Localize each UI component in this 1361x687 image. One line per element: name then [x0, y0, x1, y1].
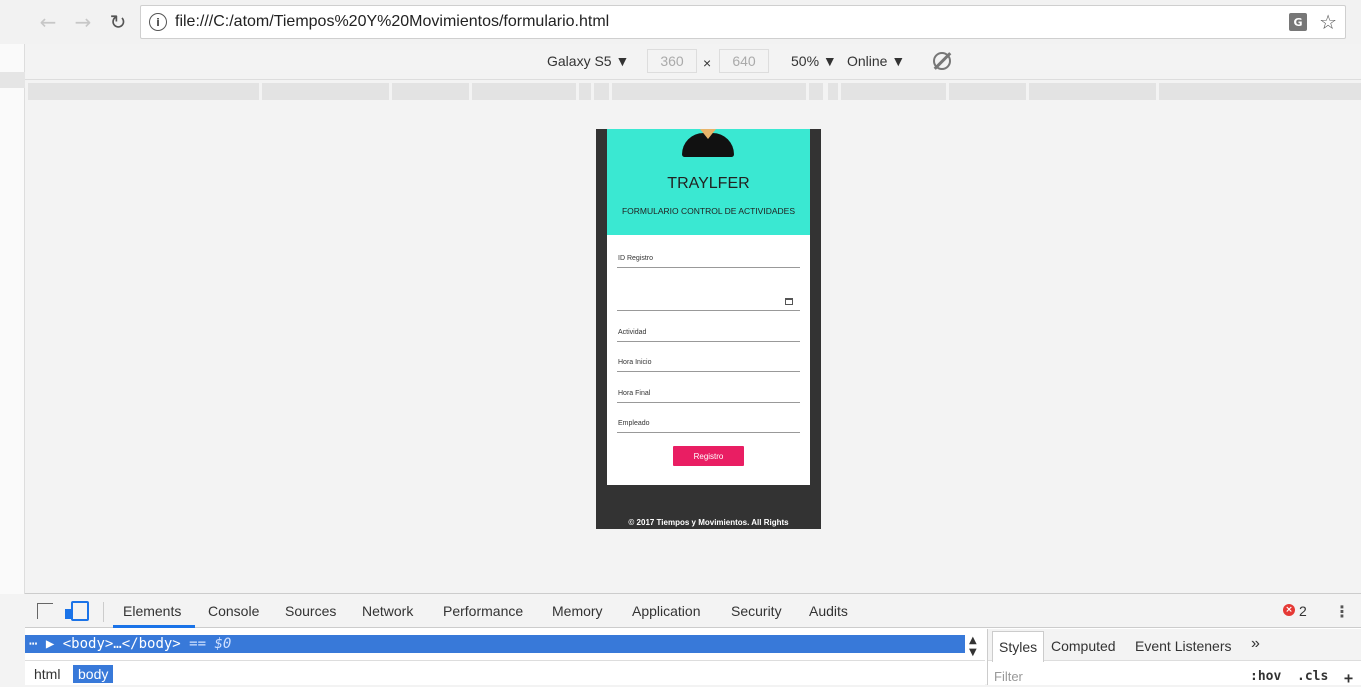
field-label: Hora Inicio — [618, 359, 652, 366]
body-node[interactable]: ▶ <body>…</body> — [46, 636, 181, 652]
media-query-segment[interactable] — [262, 83, 389, 100]
info-icon[interactable]: i — [149, 13, 167, 31]
media-query-segment[interactable] — [809, 83, 823, 100]
active-tab-indicator — [113, 625, 195, 628]
field-label: ID Registro — [618, 255, 654, 262]
date-field[interactable] — [617, 295, 800, 311]
crumb-body[interactable]: body — [73, 665, 114, 683]
page-header: TRAYLFER FORMULARIO CONTROL DE ACTIVIDAD… — [607, 129, 810, 235]
dimension-separator: × — [703, 55, 712, 71]
tab-security[interactable]: Security — [731, 603, 782, 619]
crumb-html[interactable]: html — [29, 665, 65, 683]
field-label: Actividad — [618, 329, 647, 336]
left-panel-bar — [0, 72, 25, 88]
devtools-panel: Elements Console Sources Network Perform… — [25, 593, 1361, 687]
forward-arrow-icon[interactable]: → — [71, 10, 95, 34]
tab-elements[interactable]: Elements — [123, 603, 181, 619]
network-select[interactable]: Online ▼ — [847, 53, 905, 69]
hora-inicio-field[interactable]: Hora Inicio — [617, 356, 800, 372]
reload-icon[interactable]: ↻ — [106, 10, 130, 34]
breadcrumb: html body — [25, 660, 985, 685]
media-query-segment[interactable] — [1029, 83, 1156, 100]
browser-toolbar: ← → ↻ i file:///C:/atom/Tiempos%20Y%20Mo… — [0, 0, 1361, 44]
avatar-icon — [682, 129, 734, 157]
rotate-icon[interactable] — [933, 52, 951, 70]
activity-form: ID Registro Actividad Hora Inicio Hora F… — [607, 235, 810, 485]
selected-node-marker: == $0 — [180, 636, 232, 652]
actividad-field[interactable]: Actividad — [617, 326, 800, 342]
tab-memory[interactable]: Memory — [552, 603, 603, 619]
zoom-select[interactable]: 50% ▼ — [791, 53, 837, 69]
selected-node-row[interactable]: ⋯ ▶ <body>…</body> == $0 — [25, 635, 965, 653]
add-rule-icon[interactable]: + — [1344, 669, 1353, 687]
media-query-segment[interactable] — [28, 83, 259, 100]
styles-pane: Styles Computed Event Listeners » Filter… — [987, 629, 1361, 687]
error-count[interactable]: 2 — [1299, 603, 1307, 619]
tab-event-listeners[interactable]: Event Listeners — [1135, 638, 1232, 654]
brand-title: TRAYLFER — [667, 175, 750, 192]
tab-styles[interactable]: Styles — [992, 631, 1045, 662]
tab-performance[interactable]: Performance — [443, 603, 523, 619]
device-width-input[interactable]: 360 — [647, 49, 697, 73]
translate-icon[interactable]: G — [1289, 13, 1307, 31]
form-subtitle: FORMULARIO CONTROL DE ACTIVIDADES — [621, 206, 795, 216]
empleado-field[interactable]: Empleado — [617, 417, 800, 433]
registro-button[interactable]: Registro — [673, 446, 744, 466]
media-query-bar — [28, 83, 1361, 100]
media-query-segment[interactable] — [594, 83, 609, 100]
more-tabs-icon[interactable]: » — [1251, 635, 1260, 653]
device-height-input[interactable]: 640 — [719, 49, 769, 73]
address-bar[interactable]: i file:///C:/atom/Tiempos%20Y%20Movimien… — [140, 5, 1346, 39]
devtools-tabbar: Elements Console Sources Network Perform… — [25, 594, 1361, 628]
media-query-segment[interactable] — [828, 83, 838, 100]
bookmark-star-icon[interactable]: ☆ — [1319, 10, 1337, 34]
media-query-segment[interactable] — [579, 83, 591, 100]
class-toggle[interactable]: .cls — [1297, 669, 1328, 684]
scroll-arrows-icon[interactable]: ▲ ▼ — [969, 635, 977, 659]
hover-state-toggle[interactable]: :hov — [1250, 669, 1281, 684]
device-viewport: TRAYLFER FORMULARIO CONTROL DE ACTIVIDAD… — [596, 129, 821, 529]
field-label: Hora Final — [618, 390, 651, 397]
page-footer: © 2017 Tiempos y Movimientos. All Rights — [628, 518, 789, 527]
error-icon[interactable]: × — [1283, 604, 1295, 616]
hora-final-field[interactable]: Hora Final — [617, 387, 800, 403]
media-query-segment[interactable] — [841, 83, 946, 100]
media-query-segment[interactable] — [392, 83, 469, 100]
tab-sources[interactable]: Sources — [285, 603, 336, 619]
device-toolbar: Galaxy S5 ▼ 360 × 640 50% ▼ Online ▼ — [25, 44, 1361, 80]
tab-audits[interactable]: Audits — [809, 603, 848, 619]
url-text[interactable]: file:///C:/atom/Tiempos%20Y%20Movimiento… — [175, 13, 609, 31]
styles-filter-input[interactable]: Filter — [994, 669, 1023, 684]
inspect-element-icon[interactable] — [37, 603, 53, 619]
more-options-icon[interactable]: ⋮ — [1334, 602, 1350, 621]
media-query-segment[interactable] — [612, 83, 806, 100]
styles-tabbar: Styles Computed Event Listeners » — [988, 629, 1361, 662]
media-query-segment[interactable] — [949, 83, 1026, 100]
media-query-segment[interactable] — [1159, 83, 1361, 100]
tab-network[interactable]: Network — [362, 603, 413, 619]
toolbar-divider — [103, 602, 104, 622]
tab-computed[interactable]: Computed — [1051, 638, 1116, 654]
id-registro-field[interactable]: ID Registro — [617, 252, 800, 268]
calendar-icon[interactable] — [785, 298, 793, 305]
field-label: Empleado — [618, 420, 650, 427]
ellipsis-icon[interactable]: ⋯ — [25, 636, 37, 652]
device-select[interactable]: Galaxy S5 ▼ — [547, 53, 629, 69]
tab-application[interactable]: Application — [632, 603, 701, 619]
media-query-segment[interactable] — [472, 83, 576, 100]
left-panel-edge — [0, 44, 25, 594]
back-arrow-icon[interactable]: ← — [36, 10, 60, 34]
tab-console[interactable]: Console — [208, 603, 259, 619]
toggle-device-icon[interactable] — [65, 601, 89, 621]
